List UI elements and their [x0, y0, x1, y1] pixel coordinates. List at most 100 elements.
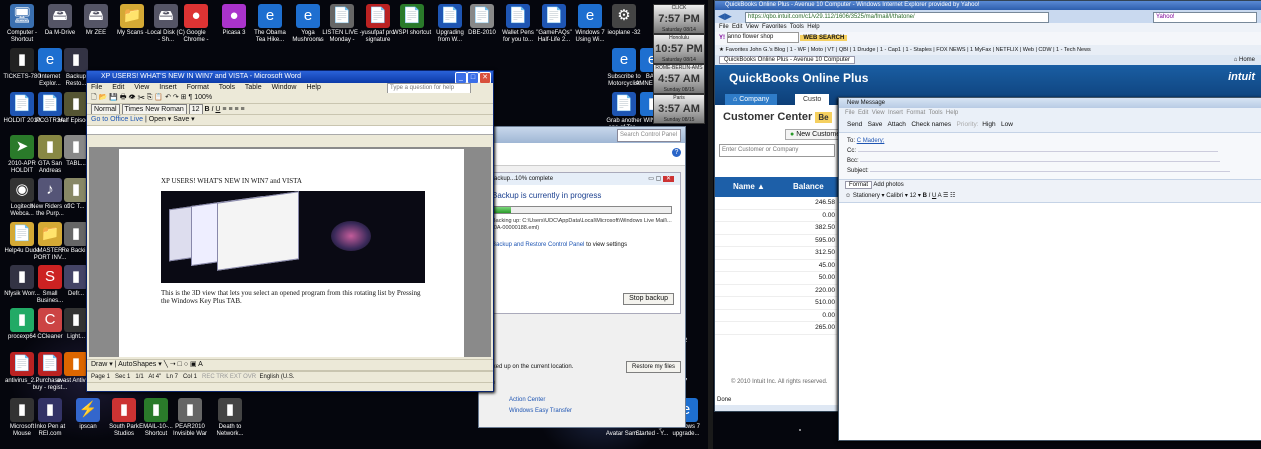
col-balance[interactable]: Balance [793, 177, 824, 197]
help-search-input[interactable]: Type a question for help [387, 83, 471, 93]
desktop-icon[interactable]: ● Google Chrome - [176, 4, 216, 44]
balance-cell[interactable]: 382.50 [715, 222, 837, 235]
message-body[interactable] [839, 208, 1261, 440]
menu-file[interactable]: File [91, 84, 102, 91]
browser-titlebar[interactable]: QuickBooks Online Plus - Avenue 10 Compu… [715, 1, 1261, 10]
menu-window[interactable]: Window [272, 84, 297, 91]
desktop-icon[interactable]: 📄 Wallet Pens for you to... [498, 4, 538, 44]
maximize-button[interactable]: □ [467, 72, 479, 83]
priority-high-button[interactable]: High [982, 121, 995, 128]
menu-favorites[interactable]: Favorites [762, 24, 787, 30]
menu-tools[interactable]: Tools [929, 110, 943, 116]
font-size-dropdown[interactable]: 12 [188, 104, 203, 114]
desktop-icon[interactable]: ⚙ ieoplane -32 [604, 4, 644, 37]
web-search-button[interactable]: WEB SEARCH [800, 35, 848, 42]
style-dropdown[interactable]: Normal [91, 104, 120, 114]
bcc-field[interactable] [860, 161, 1221, 162]
menu-tools[interactable]: Tools [219, 84, 235, 91]
desktop-icon[interactable]: 🖴 Da M-Drive [40, 4, 80, 37]
desktop-icon[interactable]: 📄 LISTEN LIVE - Monday - [322, 4, 362, 44]
balance-cell[interactable]: 510.00 [715, 297, 837, 310]
menu-view[interactable]: View [872, 110, 885, 116]
desktop-icon[interactable]: ⚡ ipscan [68, 398, 108, 431]
italic-button[interactable]: I [929, 193, 931, 199]
be-button[interactable]: Be [815, 112, 832, 123]
home-button[interactable]: ⌂ Home [1234, 55, 1255, 65]
menu-edit[interactable]: Edit [858, 110, 868, 116]
new-customer-button[interactable]: ● New Custome [785, 129, 846, 140]
tab-customers[interactable]: Custo [795, 94, 830, 105]
nav-action-center[interactable]: Action Center [509, 395, 572, 406]
check-names-button[interactable]: Check names [911, 121, 951, 128]
font-dropdown[interactable]: Calibri [886, 193, 903, 199]
bold-button[interactable]: B [204, 106, 209, 113]
bold-button[interactable]: B [923, 193, 927, 199]
balance-cell[interactable]: 0.00 [715, 210, 837, 222]
autoshapes-menu[interactable]: AutoShapes [118, 361, 156, 368]
desktop-icon[interactable]: ▮ Death to Network... [210, 398, 250, 438]
tab-company[interactable]: ⌂ Company [725, 94, 778, 105]
emoticon-icon[interactable]: ☺ [845, 193, 851, 199]
yahoo-search-box[interactable]: Yahoo! [1153, 12, 1257, 23]
backup-restore-link[interactable]: Backup and Restore Control Panel [492, 242, 584, 248]
balance-cell[interactable]: 45.00 [715, 260, 837, 272]
balance-cell[interactable]: 220.00 [715, 285, 837, 297]
menu-help[interactable]: Help [946, 110, 958, 116]
add-photos-tab[interactable]: Add photos [873, 182, 903, 188]
menu-tools[interactable]: Tools [790, 24, 804, 30]
customer-search-input[interactable]: Enter Customer or Company [719, 144, 835, 157]
open-button[interactable]: Open [149, 116, 166, 123]
balance-cell[interactable]: 312.50 [715, 247, 837, 260]
draw-menu[interactable]: Draw [91, 361, 107, 368]
format-tab[interactable]: Format [845, 181, 873, 189]
balance-cell[interactable]: 0.00 [715, 310, 837, 322]
desktop-icon[interactable]: 🖥 Computer - Shortcut [2, 4, 42, 44]
search-control-panel-input[interactable]: Search Control Panel [617, 129, 681, 142]
menu-insert[interactable]: Insert [888, 110, 903, 116]
window-controls[interactable]: ▭ ▢ ✕ [648, 175, 674, 182]
nav-windows-easy-transfer[interactable]: Windows Easy Transfer [509, 406, 572, 417]
balance-cell[interactable]: 265.00 [715, 322, 837, 335]
address-bar[interactable]: https://qbo.intuit.com/c1/v29.112/1606/3… [745, 12, 1049, 23]
menu-insert[interactable]: Insert [159, 84, 177, 91]
menu-file[interactable]: File [845, 110, 855, 116]
desktop-icon[interactable]: 📄 DBE-2010 [462, 4, 502, 37]
subject-field[interactable] [870, 171, 1231, 172]
desktop-icon[interactable]: ▮ Inko Pen at REI.com [30, 398, 70, 438]
to-label[interactable]: To: [847, 138, 855, 144]
favorites-button[interactable]: ★ Favorites [719, 47, 748, 53]
to-field[interactable]: C Madery; [857, 138, 885, 144]
menu-format[interactable]: Format [187, 84, 209, 91]
stop-backup-button[interactable]: Stop backup [623, 293, 674, 305]
italic-button[interactable]: I [212, 106, 214, 113]
clock-gadget[interactable]: CLICK 7:57 PM Saturday 08/14 [653, 4, 705, 34]
font-size-dropdown[interactable]: 12 [910, 193, 917, 199]
minimize-button[interactable]: _ [455, 72, 467, 83]
go-to-office-live-link[interactable]: Go to Office Live [91, 116, 143, 123]
message-titlebar[interactable]: New Message [839, 98, 1261, 108]
clock-gadget[interactable]: Honolulu 10:57 PM Saturday 08/14 [653, 34, 705, 64]
desktop-icon[interactable]: ▮ PEAR2010 Invisible War [170, 398, 210, 438]
restore-my-files-button[interactable]: Restore my files [625, 361, 681, 373]
help-icon[interactable]: ? [672, 148, 681, 157]
back-forward-icon[interactable]: ◀▶ [718, 11, 732, 22]
balance-cell[interactable]: 50.00 [715, 272, 837, 285]
underline-button[interactable]: U [215, 106, 220, 113]
cc-field[interactable] [857, 151, 1218, 152]
clock-gadget[interactable]: ROME-BERLIN-AMS 4:57 AM Sunday 08/15 [653, 64, 705, 94]
col-name[interactable]: Name ▲ [733, 177, 765, 197]
menu-edit[interactable]: Edit [112, 84, 124, 91]
stationery-dropdown[interactable]: Stationery [853, 193, 880, 199]
bcc-label[interactable]: Bcc: [847, 158, 859, 164]
backup-window[interactable]: Search Control Panel ? Backup...10% comp… [478, 126, 686, 428]
ruler[interactable] [87, 126, 493, 135]
menu-view[interactable]: View [746, 24, 759, 30]
word-titlebar[interactable]: XP USERS! WHAT'S NEW IN WIN7 and VISTA -… [87, 71, 493, 83]
menu-format[interactable]: Format [906, 110, 925, 116]
priority-low-button[interactable]: Low [1001, 121, 1013, 128]
new-message-window[interactable]: New Message File Edit View Insert Format… [838, 97, 1261, 441]
attach-button[interactable]: Attach [888, 121, 906, 128]
save-button[interactable]: Save [173, 116, 189, 123]
menu-help[interactable]: Help [306, 84, 320, 91]
desktop-icon[interactable]: ● Picasa 3 [214, 4, 254, 37]
